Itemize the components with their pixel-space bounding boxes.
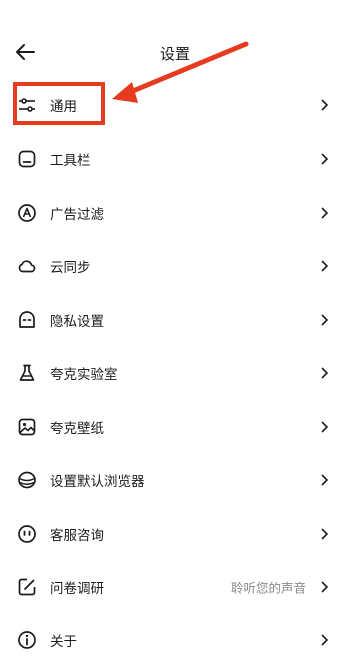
- settings-item-ad-filter[interactable]: 广告过滤: [0, 186, 350, 239]
- browser-icon: [18, 471, 36, 488]
- chevron-right-icon: [321, 313, 328, 326]
- settings-item-privacy[interactable]: 隐私设置: [0, 293, 350, 346]
- page-title: 设置: [159, 45, 190, 63]
- privacy-icon: [19, 310, 35, 328]
- settings-item-label: 广告过滤: [50, 206, 104, 223]
- chevron-right-icon: [321, 580, 328, 593]
- chevron-right-icon: [321, 473, 328, 486]
- ad-filter-icon: [18, 203, 36, 222]
- chevron-right-icon: [321, 259, 328, 272]
- chevron-right-icon: [321, 420, 328, 433]
- support-icon: [18, 524, 36, 543]
- chevron-right-icon: [321, 206, 328, 219]
- cloud-icon: [18, 259, 36, 272]
- settings-item-toolbar[interactable]: 工具栏: [0, 132, 350, 185]
- settings-item-label: 云同步: [50, 259, 91, 276]
- flask-icon: [19, 364, 35, 381]
- settings-item-label: 客服咨询: [50, 527, 104, 544]
- settings-item-customer-service[interactable]: 客服咨询: [0, 507, 350, 560]
- chevron-right-icon: [321, 633, 328, 646]
- settings-item-label: 设置默认浏览器: [50, 473, 145, 490]
- chevron-right-icon: [321, 527, 328, 540]
- info-icon: [18, 630, 36, 649]
- highlight-box: [13, 82, 105, 125]
- chevron-right-icon: [321, 366, 328, 379]
- settings-item-label: 隐私设置: [50, 313, 104, 330]
- settings-item-label: 夸克实验室: [50, 366, 118, 383]
- settings-item-label: 关于: [50, 633, 77, 650]
- settings-item-label: 工具栏: [50, 152, 91, 169]
- survey-icon: [18, 578, 36, 595]
- settings-item-survey[interactable]: 问卷调研 聆听您的声音: [0, 560, 350, 613]
- chevron-right-icon: [321, 98, 328, 111]
- settings-item-default-browser[interactable]: 设置默认浏览器: [0, 453, 350, 506]
- settings-item-about[interactable]: 关于: [0, 613, 350, 666]
- settings-item-lab[interactable]: 夸克实验室: [0, 346, 350, 399]
- settings-item-value: 聆听您的声音: [230, 580, 306, 595]
- wallpaper-icon: [18, 418, 36, 435]
- settings-item-cloud-sync[interactable]: 云同步: [0, 239, 350, 292]
- settings-item-label: 夸克壁纸: [50, 420, 104, 437]
- settings-item-label: 问卷调研: [50, 580, 104, 597]
- settings-item-wallpaper[interactable]: 夸克壁纸: [0, 400, 350, 453]
- toolbar-icon: [18, 150, 36, 167]
- chevron-right-icon: [321, 152, 328, 165]
